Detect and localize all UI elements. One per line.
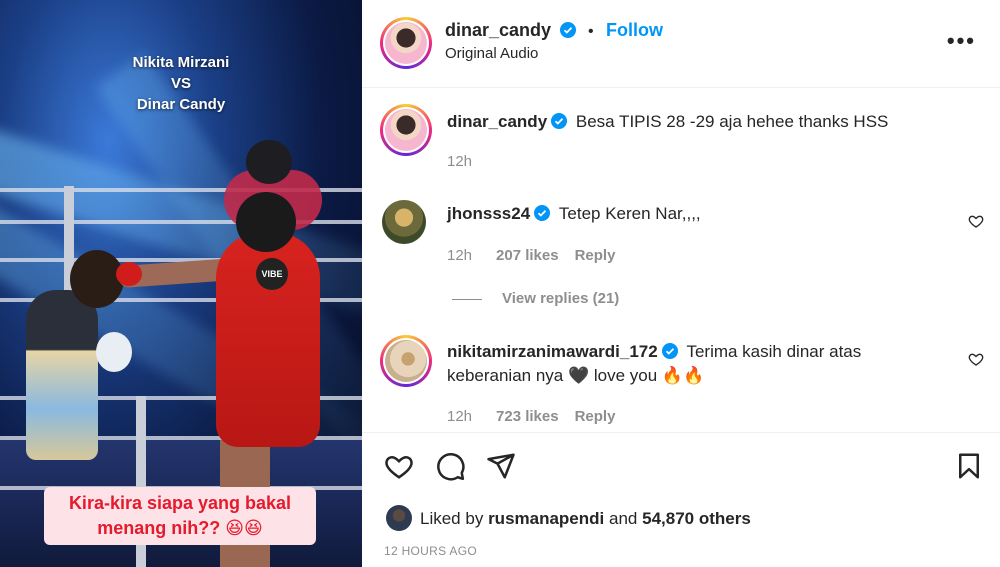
- author-username[interactable]: dinar_candy: [445, 20, 551, 40]
- comment-text: Tetep Keren Nar,,,,: [558, 204, 701, 223]
- like-heart-icon[interactable]: [384, 451, 414, 481]
- post-caption: dinar_candy Besa TIPIS 28 -29 aja hehee …: [447, 110, 888, 134]
- comment-text: Terima kasih dinar atas: [686, 342, 862, 361]
- likes-summary: Liked by rusmanapendi and 54,870 others: [386, 505, 751, 531]
- avatar[interactable]: [380, 104, 432, 156]
- liked-by-prefix: Liked by: [420, 509, 484, 528]
- save-bookmark-icon[interactable]: [954, 451, 984, 481]
- like-comment-heart-icon[interactable]: [968, 351, 984, 367]
- comment-username[interactable]: nikitamirzanimawardi_172: [447, 342, 658, 361]
- likes-count[interactable]: 54,870 others: [642, 509, 751, 528]
- comment-meta: 12h 207 likes Reply: [447, 247, 615, 264]
- video-title-line: Nikita Mirzani: [132, 54, 230, 71]
- view-replies-button[interactable]: View replies (21): [452, 290, 619, 307]
- comment-time: 12h: [447, 247, 473, 264]
- fighter-red-glove: [116, 262, 142, 286]
- liked-by-and: and: [609, 509, 638, 528]
- share-send-icon[interactable]: [486, 451, 516, 481]
- avatar[interactable]: [380, 17, 432, 69]
- verified-badge-icon: [551, 113, 568, 129]
- follow-button[interactable]: Follow: [606, 20, 663, 40]
- view-replies-label: View replies (21): [502, 290, 620, 307]
- vibe-badge: VIBE: [256, 258, 288, 290]
- avatar[interactable]: [382, 200, 426, 244]
- fighter-red-head: [236, 192, 296, 252]
- caption-time: 12h: [447, 153, 473, 170]
- liked-by-user[interactable]: rusmanapendi: [488, 509, 604, 528]
- fighter-left-head: [70, 250, 124, 308]
- avatar[interactable]: [380, 335, 432, 387]
- avatar[interactable]: [386, 505, 412, 531]
- post-sidebar: dinar_candy • Follow Original Audio ••• …: [362, 0, 1000, 567]
- video-title-line: VS: [170, 75, 191, 92]
- verified-badge-icon: [534, 205, 551, 221]
- reply-button[interactable]: Reply: [575, 408, 616, 425]
- video-title-line: Dinar Candy: [136, 96, 226, 113]
- comment: nikitamirzanimawardi_172 Terima kasih di…: [447, 340, 861, 388]
- caption-text: Besa TIPIS 28 -29 aja hehee thanks HSS: [575, 112, 889, 131]
- fighter-left-glove: [96, 332, 132, 372]
- comment-likes[interactable]: 207 likes: [496, 247, 559, 264]
- verified-badge-icon: [661, 343, 678, 359]
- post-timestamp[interactable]: 12 HOURS AGO: [384, 544, 477, 558]
- comment: jhonsss24 Tetep Keren Nar,,,,: [447, 202, 701, 226]
- divider-line: [452, 298, 482, 300]
- comment-username[interactable]: jhonsss24: [447, 204, 530, 223]
- verified-badge-icon: [559, 22, 576, 38]
- post-header: dinar_candy • Follow Original Audio •••: [362, 0, 1000, 88]
- video-title-overlay: Nikita Mirzani VS Dinar Candy: [0, 52, 362, 115]
- more-options-icon[interactable]: •••: [947, 30, 976, 52]
- like-comment-heart-icon[interactable]: [968, 213, 984, 229]
- reply-button[interactable]: Reply: [575, 247, 616, 264]
- post-actions: Liked by rusmanapendi and 54,870 others …: [362, 432, 1000, 567]
- comment-text: keberanian nya 🖤 love you 🔥🔥: [447, 366, 705, 385]
- caption-username[interactable]: dinar_candy: [447, 112, 547, 131]
- comment-likes[interactable]: 723 likes: [496, 408, 559, 425]
- separator-dot: •: [587, 23, 594, 40]
- comment-meta: 12h 723 likes Reply: [447, 408, 615, 425]
- post-media[interactable]: VIBE Nikita Mirzani VS Dinar Candy Kira-…: [0, 0, 362, 567]
- fighter-left: [26, 290, 98, 460]
- background-fighter-head: [246, 140, 292, 184]
- video-caption-overlay: Kira-kira siapa yang bakal menang nih?? …: [44, 487, 316, 545]
- audio-label[interactable]: Original Audio: [445, 45, 663, 62]
- comment-bubble-icon[interactable]: [436, 451, 466, 481]
- comment-time: 12h: [447, 408, 473, 425]
